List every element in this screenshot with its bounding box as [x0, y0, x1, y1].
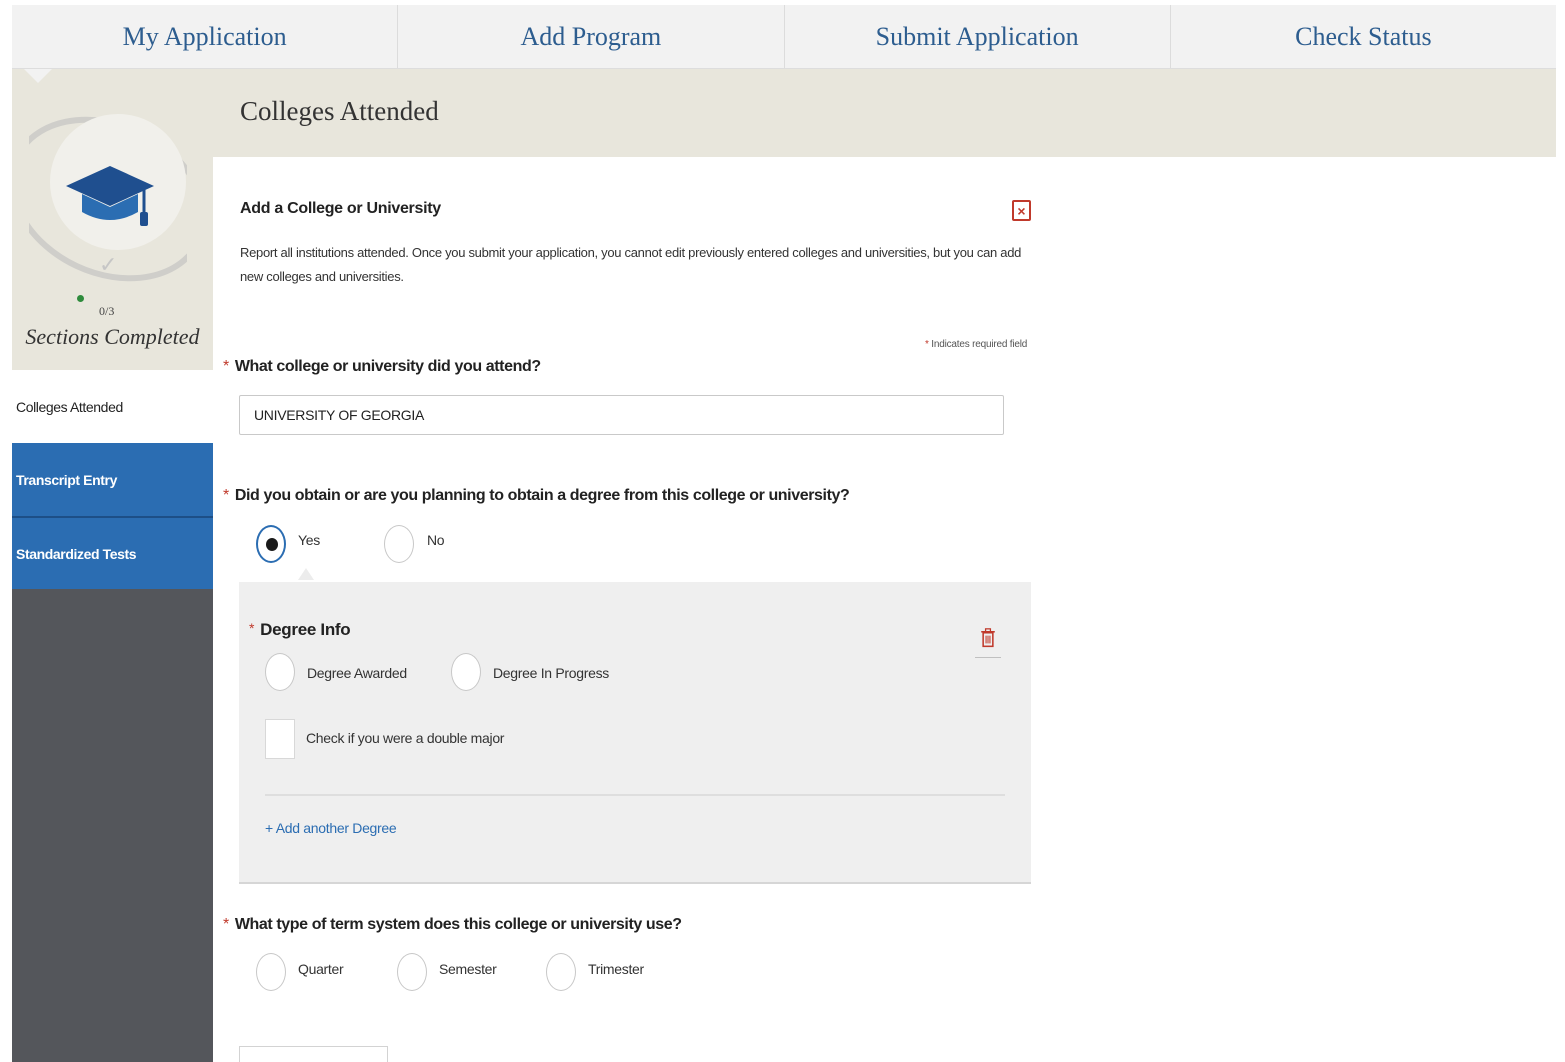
tab-my-application[interactable]: My Application	[12, 5, 399, 68]
sidebar-item-colleges-attended[interactable]: Colleges Attended	[12, 370, 213, 443]
radio-semester[interactable]	[397, 953, 427, 991]
page-header: Colleges Attended	[213, 69, 1556, 157]
progress-count: 0/3	[99, 304, 115, 318]
required-star: *	[223, 358, 229, 375]
college-input[interactable]	[239, 395, 1004, 435]
close-icon[interactable]: ×	[1012, 200, 1031, 221]
tab-add-program[interactable]: Add Program	[398, 5, 785, 68]
required-note-text: Indicates required field	[931, 339, 1028, 350]
double-major-checkbox[interactable]	[265, 719, 295, 759]
radio-semester-label: Semester	[439, 961, 497, 977]
radio-yes[interactable]	[256, 525, 286, 563]
radio-trimester[interactable]	[546, 953, 576, 991]
save-button[interactable]	[239, 1046, 388, 1062]
required-field-note: * Indicates required field	[925, 339, 1027, 350]
college-question: * What college or university did you atte…	[223, 358, 541, 376]
page-title: Colleges Attended	[240, 96, 439, 126]
radio-no-label: No	[427, 532, 445, 548]
college-question-label: What college or university did you atten…	[234, 358, 541, 375]
term-system-question-label: What type of term system does this colle…	[234, 916, 682, 933]
tab-check-status[interactable]: Check Status	[1171, 5, 1556, 68]
radio-degree-in-progress-label: Degree In Progress	[493, 665, 609, 681]
radio-degree-awarded[interactable]	[265, 653, 295, 691]
top-navigation: My Application Add Program Submit Applic…	[12, 5, 1556, 69]
required-star: *	[223, 916, 229, 933]
required-star: *	[249, 620, 255, 636]
main-content: Add a College or University × Report all…	[213, 157, 1556, 1062]
add-another-degree-link[interactable]: + Add another Degree	[265, 820, 397, 836]
radio-quarter[interactable]	[256, 953, 286, 991]
radio-no[interactable]	[384, 525, 414, 563]
tab-submit-application[interactable]: Submit Application	[785, 5, 1171, 68]
radio-trimester-label: Trimester	[588, 961, 644, 977]
form-heading: Add a College or University	[240, 200, 441, 217]
sidebar-item-transcript-entry[interactable]: Transcript Entry	[12, 443, 213, 516]
checkmark-icon: ✓	[99, 252, 118, 277]
graduation-cap-icon	[66, 166, 154, 226]
radio-degree-in-progress[interactable]	[451, 653, 481, 691]
panel-caret	[298, 568, 314, 580]
form-description: Report all institutions attended. Once y…	[240, 245, 1022, 284]
progress-panel: ✓ 0/3 Sections Completed	[12, 69, 213, 370]
radio-degree-awarded-label: Degree Awarded	[307, 665, 407, 681]
panel-divider	[265, 794, 1005, 796]
degree-question: * Did you obtain or are you planning to o…	[223, 487, 850, 505]
sections-completed-label: Sections Completed	[25, 324, 200, 349]
trash-icon[interactable]	[975, 624, 1001, 658]
term-system-question: * What type of term system does this coll…	[223, 916, 682, 934]
required-star: *	[925, 339, 929, 350]
degree-info-title-text: Degree Info	[260, 620, 351, 639]
radio-yes-label: Yes	[298, 532, 320, 548]
sidebar: ✓ 0/3 Sections Completed Colleges Attend…	[12, 69, 213, 1062]
radio-quarter-label: Quarter	[298, 961, 344, 977]
active-tab-caret	[24, 69, 52, 83]
progress-dot	[77, 295, 84, 302]
double-major-label: Check if you were a double major	[306, 730, 505, 746]
required-star: *	[223, 487, 229, 504]
degree-question-label: Did you obtain or are you planning to ob…	[234, 487, 850, 504]
degree-info-title: * Degree Info	[249, 620, 351, 640]
sidebar-item-standardized-tests[interactable]: Standardized Tests	[12, 516, 213, 589]
degree-info-panel: * Degree Info Degree Awarded Degree In Pr…	[239, 582, 1031, 884]
